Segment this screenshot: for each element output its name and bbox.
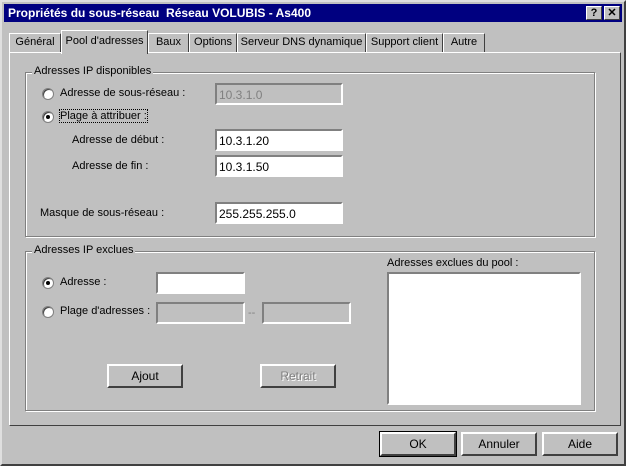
dialog-window: Propriétés du sous-réseau Réseau VOLUBIS… [0,0,626,466]
title-bar: Propriétés du sous-réseau Réseau VOLUBIS… [4,4,622,22]
subnet-radio-label: Adresse de sous-réseau : [60,87,186,99]
range-separator: -- [248,307,256,319]
excluded-pool-list[interactable] [387,272,581,405]
remove-button[interactable]: Retrait [260,364,336,388]
help-title-button[interactable]: ? [586,6,602,20]
excluded-pool-label: Adresses exclues du pool : [387,257,519,269]
single-address-label: Adresse : [60,276,107,288]
subnet-address-field[interactable]: 10.3.1.0 [215,83,343,105]
tab-options[interactable]: Options [189,33,237,53]
tab-autre[interactable]: Autre [443,33,485,53]
excluded-address-field[interactable] [156,272,245,294]
window-title: Propriétés du sous-réseau Réseau VOLUBIS… [8,6,311,20]
end-address-field[interactable]: 10.3.1.50 [215,155,343,177]
available-group-title: Adresses IP disponibles [32,65,154,77]
start-address-field[interactable]: 10.3.1.20 [215,129,343,151]
ok-button[interactable]: OK [379,431,457,457]
tab-serveur-dns[interactable]: Serveur DNS dynamique [237,33,366,53]
tab-panel: Adresses IP disponibles Adresse de sous-… [9,52,621,426]
subnet-mask-label: Masque de sous-réseau : [40,207,165,219]
start-address-label: Adresse de début : [72,134,165,146]
add-button[interactable]: Ajout [107,364,183,388]
single-address-radio[interactable] [42,277,54,289]
end-address-label: Adresse de fin : [72,160,149,172]
range-to-field[interactable] [262,302,351,324]
help-button[interactable]: Aide [542,432,618,456]
tab-baux[interactable]: Baux [148,33,189,53]
tab-general[interactable]: Général [9,33,61,53]
cancel-button[interactable]: Annuler [461,432,537,456]
range-radio[interactable] [42,111,54,123]
close-icon[interactable]: ✕ [604,6,620,20]
excluded-group-title: Adresses IP exclues [32,244,136,256]
subnet-radio[interactable] [42,88,54,100]
tab-pool-adresses[interactable]: Pool d'adresses [61,30,148,54]
range-from-field[interactable] [156,302,245,324]
tab-support-client[interactable]: Support client [366,33,443,53]
address-range-radio[interactable] [42,306,54,318]
range-radio-label: Plage à attribuer : [59,109,148,123]
address-range-label: Plage d'adresses : [60,305,151,317]
subnet-mask-field[interactable]: 255.255.255.0 [215,202,343,224]
